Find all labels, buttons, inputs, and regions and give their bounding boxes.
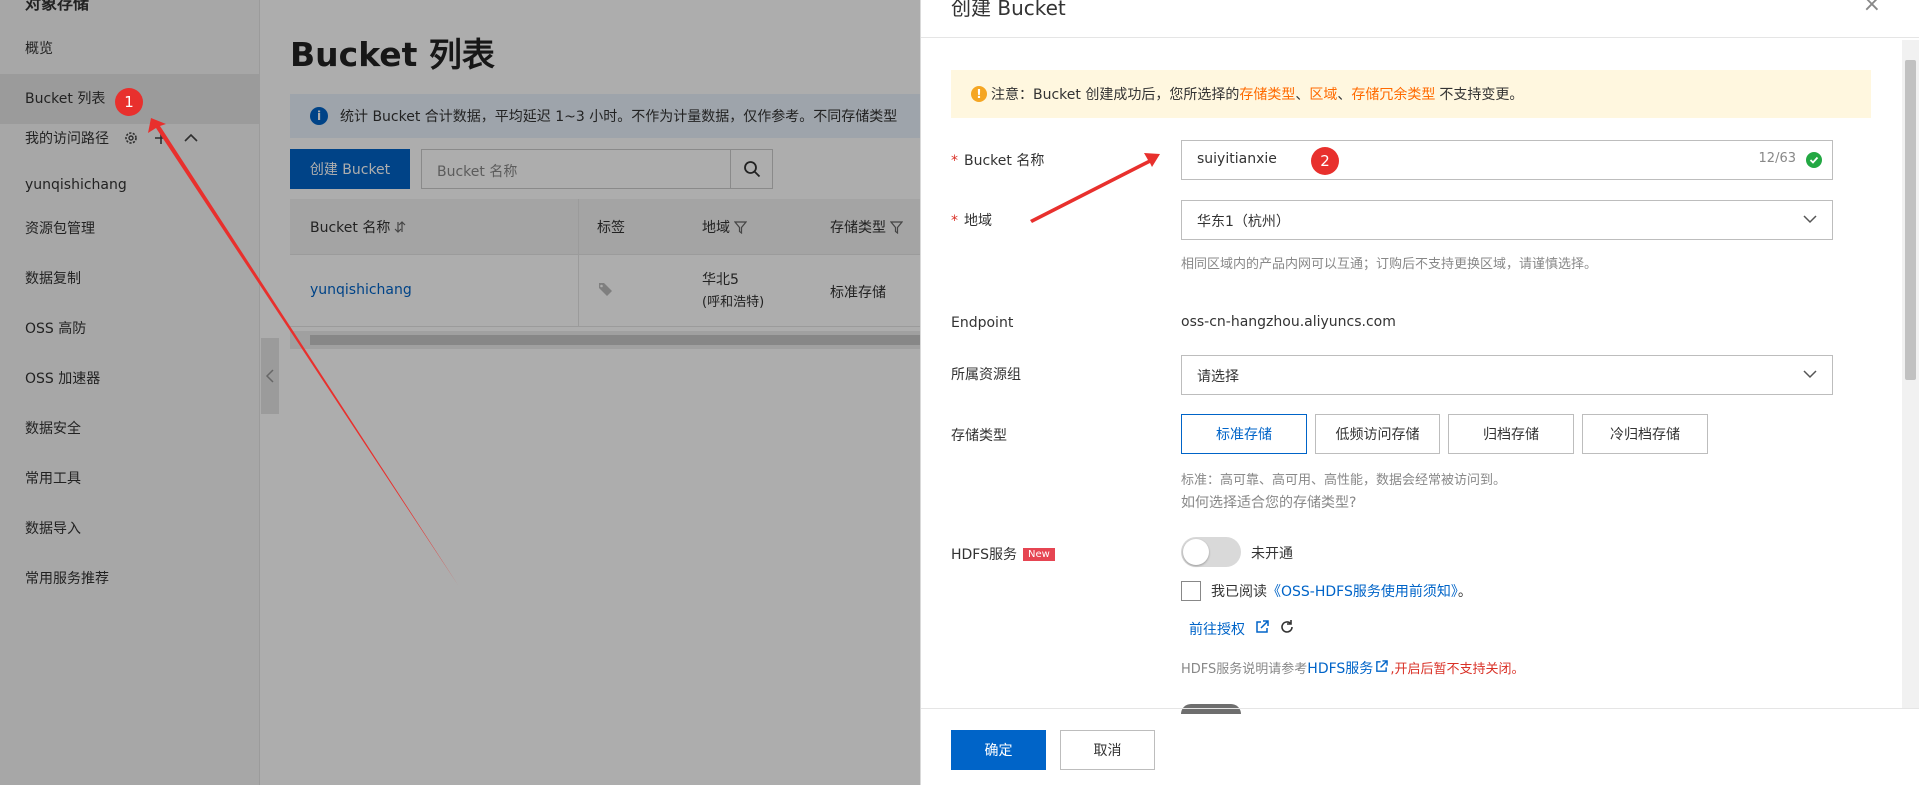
chevron-down-icon xyxy=(1802,366,1818,386)
endpoint-label: Endpoint xyxy=(951,315,1014,331)
modal-overlay[interactable] xyxy=(0,0,920,785)
storage-option-infrequent[interactable]: 低频访问存储 xyxy=(1315,414,1440,454)
hdfs-agree-text: 我已阅读《OSS-HDFS服务使用前须知》。 xyxy=(1211,584,1472,600)
warning-highlight: 存储类型 xyxy=(1239,87,1296,103)
check-icon xyxy=(1806,152,1822,168)
hdfs-toggle[interactable] xyxy=(1181,537,1241,567)
bucket-name-label: * Bucket 名称 xyxy=(951,153,1045,169)
resource-group-select[interactable]: 请选择 xyxy=(1181,355,1833,395)
region-label: * 地域 xyxy=(951,213,992,229)
hdfs-note: HDFS服务说明请参考HDFS服务 ,开启后暂不支持关闭。 xyxy=(1181,660,1525,677)
storage-type-label: 存储类型 xyxy=(951,428,1007,444)
divider xyxy=(921,708,1919,709)
storage-option-cold-archive[interactable]: 冷归档存储 xyxy=(1582,414,1708,454)
hdfs-label: HDFS服务 New xyxy=(951,544,1055,564)
create-bucket-drawer: 创建 Bucket × ! 注意：Bucket 创建成功后，您所选择的 存储类型… xyxy=(920,0,1919,785)
annotation-marker-2: 2 xyxy=(1311,147,1339,175)
cancel-button[interactable]: 取消 xyxy=(1060,730,1155,770)
hdfs-notice-link[interactable]: 《OSS-HDFS服务使用前须知》 xyxy=(1267,584,1458,600)
region-select[interactable]: 华东1（杭州） xyxy=(1181,200,1833,240)
hdfs-warning-text: ,开启后暂不支持关闭。 xyxy=(1390,662,1525,677)
storage-help-text: 标准：高可靠、高可用、高性能，数据会经常被访问到。 xyxy=(1181,473,1507,488)
storage-option-archive[interactable]: 归档存储 xyxy=(1448,414,1574,454)
region-help-text: 相同区域内的产品内网可以互通；订购后不支持更换区域，请谨慎选择。 xyxy=(1181,257,1598,272)
warning-banner: ! 注意：Bucket 创建成功后，您所选择的 存储类型 、 区域 、 存储冗余… xyxy=(951,70,1871,118)
char-counter: 12/63 xyxy=(1758,151,1796,166)
warning-highlight: 区域 xyxy=(1309,87,1338,103)
drawer-title: 创建 Bucket xyxy=(951,0,1066,20)
authorize-link[interactable]: 前往授权 xyxy=(1189,619,1245,639)
confirm-button[interactable]: 确定 xyxy=(951,730,1046,770)
new-badge: New xyxy=(1023,548,1055,561)
hdfs-service-link[interactable]: HDFS服务 xyxy=(1307,661,1373,677)
warning-highlight: 存储冗余类型 xyxy=(1351,87,1436,103)
storage-option-standard[interactable]: 标准存储 xyxy=(1181,414,1307,454)
vertical-scrollbar[interactable] xyxy=(1902,40,1919,708)
annotation-marker-1: 1 xyxy=(115,88,143,116)
external-link-icon[interactable] xyxy=(1255,620,1269,638)
endpoint-value: oss-cn-hangzhou.aliyuncs.com xyxy=(1181,314,1396,330)
warning-icon: ! xyxy=(971,86,987,102)
auth-row: 前往授权 xyxy=(1189,619,1295,639)
bucket-name-input[interactable]: suiyitianxie 12/63 xyxy=(1181,140,1833,180)
partial-toggle[interactable] xyxy=(1181,704,1241,714)
storage-help-link[interactable]: 如何选择适合您的存储类型? xyxy=(1181,492,1356,512)
resource-group-label: 所属资源组 xyxy=(951,367,1021,383)
external-link-icon[interactable] xyxy=(1375,660,1389,677)
close-icon[interactable]: × xyxy=(1863,0,1881,17)
chevron-down-icon xyxy=(1802,211,1818,231)
hdfs-status-text: 未开通 xyxy=(1251,546,1293,562)
divider xyxy=(921,37,1919,38)
hdfs-agree-checkbox[interactable] xyxy=(1181,581,1201,601)
refresh-icon[interactable] xyxy=(1279,619,1295,639)
